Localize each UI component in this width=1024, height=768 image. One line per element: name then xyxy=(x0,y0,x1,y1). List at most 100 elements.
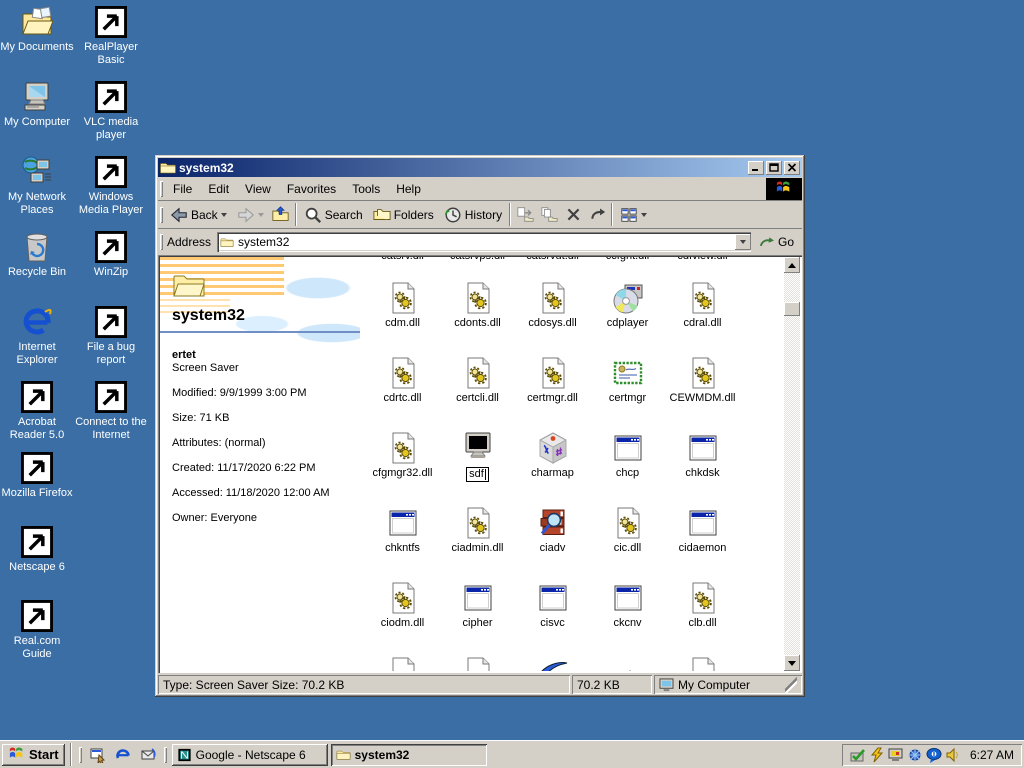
desktop-icon-winzip[interactable]: WinZip xyxy=(74,231,148,279)
network-ball-icon[interactable] xyxy=(907,747,923,763)
quick-launch-show-desktop[interactable] xyxy=(87,744,109,766)
menu-view[interactable]: View xyxy=(237,179,279,199)
quick-launch-grip[interactable] xyxy=(79,747,82,763)
menu-file[interactable]: File xyxy=(165,179,200,199)
volume-icon[interactable] xyxy=(945,747,961,763)
move-to-button[interactable] xyxy=(513,203,537,227)
page-icon[interactable] xyxy=(687,657,719,671)
address-grip[interactable] xyxy=(160,234,163,250)
display-monitor-icon[interactable] xyxy=(888,747,904,763)
file-icon-cipher[interactable]: cipher xyxy=(440,582,515,657)
graphics-tool-icon[interactable] xyxy=(869,747,885,763)
scrollbar-track[interactable] xyxy=(784,273,800,655)
copy-to-button[interactable] xyxy=(537,203,561,227)
scroll-down-button[interactable] xyxy=(784,655,800,671)
vertical-scrollbar[interactable] xyxy=(784,257,800,671)
task-button-netscape[interactable]: Google - Netscape 6 xyxy=(172,744,328,766)
file-icon-certmgr[interactable]: certmgr xyxy=(590,357,665,432)
minimize-button[interactable] xyxy=(748,161,764,175)
rename-edit-box[interactable]: sdf xyxy=(466,467,489,482)
file-icon-cewmdm-dll[interactable]: CEWMDM.dll xyxy=(665,357,740,432)
menu-favorites[interactable]: Favorites xyxy=(279,179,344,199)
file-icon-ciadv[interactable]: ciadv xyxy=(515,507,590,582)
file-icon-chcp[interactable]: chcp xyxy=(590,432,665,507)
maximize-button[interactable] xyxy=(766,161,782,175)
scroll-up-button[interactable] xyxy=(784,257,800,273)
search-button[interactable]: Search xyxy=(299,203,368,227)
go-button[interactable]: Go xyxy=(751,235,802,249)
clipboard-swoosh-icon[interactable] xyxy=(537,657,569,671)
file-icon-cisvc[interactable]: cisvc xyxy=(515,582,590,657)
realplayer-bubble-icon[interactable] xyxy=(926,747,942,763)
desktop-icon-my-network-places[interactable]: My Network Places xyxy=(0,156,74,217)
magenta-icon[interactable] xyxy=(612,657,644,671)
undo-button[interactable] xyxy=(585,203,609,227)
file-icon-cdral-dll[interactable]: cdral.dll xyxy=(665,282,740,357)
file-label[interactable]: ccfgnt.dll xyxy=(590,257,665,264)
quick-launch-internet-explorer[interactable] xyxy=(112,744,134,766)
resize-grip[interactable] xyxy=(785,675,797,694)
desktop-icon-internet-explorer[interactable]: Internet Explorer xyxy=(0,306,74,367)
file-icon-cidaemon[interactable]: cidaemon xyxy=(665,507,740,582)
file-icon-cfgmgr32-dll[interactable]: cfgmgr32.dll xyxy=(365,432,440,507)
forward-button[interactable] xyxy=(232,203,269,227)
file-icon-clb-dll[interactable]: clb.dll xyxy=(665,582,740,657)
taskbar-grip[interactable] xyxy=(164,747,167,763)
quick-launch-outlook-express[interactable] xyxy=(137,744,159,766)
page-icon[interactable] xyxy=(462,657,494,671)
task-scheduler-icon[interactable] xyxy=(850,747,866,763)
task-button-system32[interactable]: system32 xyxy=(331,744,487,766)
desktop-icon-windows-media-player[interactable]: Windows Media Player xyxy=(74,156,148,217)
desktop-icon-vlc[interactable]: VLC media player xyxy=(74,81,148,142)
file-icon-ciodm-dll[interactable]: ciodm.dll xyxy=(365,582,440,657)
menu-help[interactable]: Help xyxy=(388,179,429,199)
back-dropdown-caret-icon[interactable] xyxy=(221,213,227,217)
file-label[interactable]: cdfview.dll xyxy=(665,257,740,264)
up-button[interactable] xyxy=(269,203,293,227)
file-icon-ciadmin-dll[interactable]: ciadmin.dll xyxy=(440,507,515,582)
toolbar-grip[interactable] xyxy=(160,207,163,223)
desktop-icon-acrobat-reader[interactable]: Acrobat Reader 5.0 xyxy=(0,381,74,442)
file-label[interactable]: catsrvps.dll xyxy=(440,257,515,264)
start-button[interactable]: Start xyxy=(2,744,65,766)
file-icon-ckcnv[interactable]: ckcnv xyxy=(590,582,665,657)
menu-edit[interactable]: Edit xyxy=(200,179,237,199)
folders-button[interactable]: Folders xyxy=(368,203,439,227)
file-icon-sdf-renaming[interactable]: sdf xyxy=(440,432,515,507)
desktop-icon-mozilla-firefox[interactable]: Mozilla Firefox xyxy=(0,452,74,500)
menu-grip[interactable] xyxy=(160,181,163,197)
back-button[interactable]: Back xyxy=(165,203,232,227)
file-icon-certcli-dll[interactable]: certcli.dll xyxy=(440,357,515,432)
address-dropdown-button[interactable] xyxy=(735,234,751,250)
file-icon-cdosys-dll[interactable]: cdosys.dll xyxy=(515,282,590,357)
file-icon-chkdsk[interactable]: chkdsk xyxy=(665,432,740,507)
delete-button[interactable] xyxy=(561,203,585,227)
file-label[interactable]: catsrv.dll xyxy=(365,257,440,264)
file-icon-certmgr-dll[interactable]: certmgr.dll xyxy=(515,357,590,432)
desktop-icon-my-computer[interactable]: My Computer xyxy=(0,81,74,129)
file-icon-cdm-dll[interactable]: cdm.dll xyxy=(365,282,440,357)
title-bar[interactable]: system32 xyxy=(158,158,802,177)
file-icon-cdonts-dll[interactable]: cdonts.dll xyxy=(440,282,515,357)
scrollbar-thumb[interactable] xyxy=(784,302,800,316)
desktop-icon-realcom-guide[interactable]: Real.com Guide xyxy=(0,600,74,661)
file-label[interactable]: catsrvut.dll xyxy=(515,257,590,264)
file-icon-cdrtc-dll[interactable]: cdrtc.dll xyxy=(365,357,440,432)
desktop-icon-file-bug-report[interactable]: File a bug report xyxy=(74,306,148,367)
views-dropdown-caret-icon[interactable] xyxy=(641,213,647,217)
desktop-icon-netscape-6[interactable]: Netscape 6 xyxy=(0,526,74,574)
desktop-icon-realplayer-basic[interactable]: RealPlayer Basic xyxy=(74,6,148,67)
views-button[interactable] xyxy=(615,203,652,227)
file-icon-chkntfs[interactable]: chkntfs xyxy=(365,507,440,582)
close-button[interactable] xyxy=(784,161,800,175)
page-icon[interactable] xyxy=(387,657,419,671)
desktop-icon-recycle-bin[interactable]: Recycle Bin xyxy=(0,231,74,279)
menu-tools[interactable]: Tools xyxy=(344,179,388,199)
file-icon-cic-dll[interactable]: cic.dll xyxy=(590,507,665,582)
file-icon-charmap[interactable]: charmap xyxy=(515,432,590,507)
address-combo[interactable]: system32 xyxy=(217,232,751,252)
desktop-icon-connect-internet[interactable]: Connect to the Internet xyxy=(74,381,148,442)
file-icon-cdplayer[interactable]: cdplayer xyxy=(590,282,665,357)
history-button[interactable]: History xyxy=(439,203,507,227)
desktop-icon-my-documents[interactable]: My Documents xyxy=(0,6,74,54)
